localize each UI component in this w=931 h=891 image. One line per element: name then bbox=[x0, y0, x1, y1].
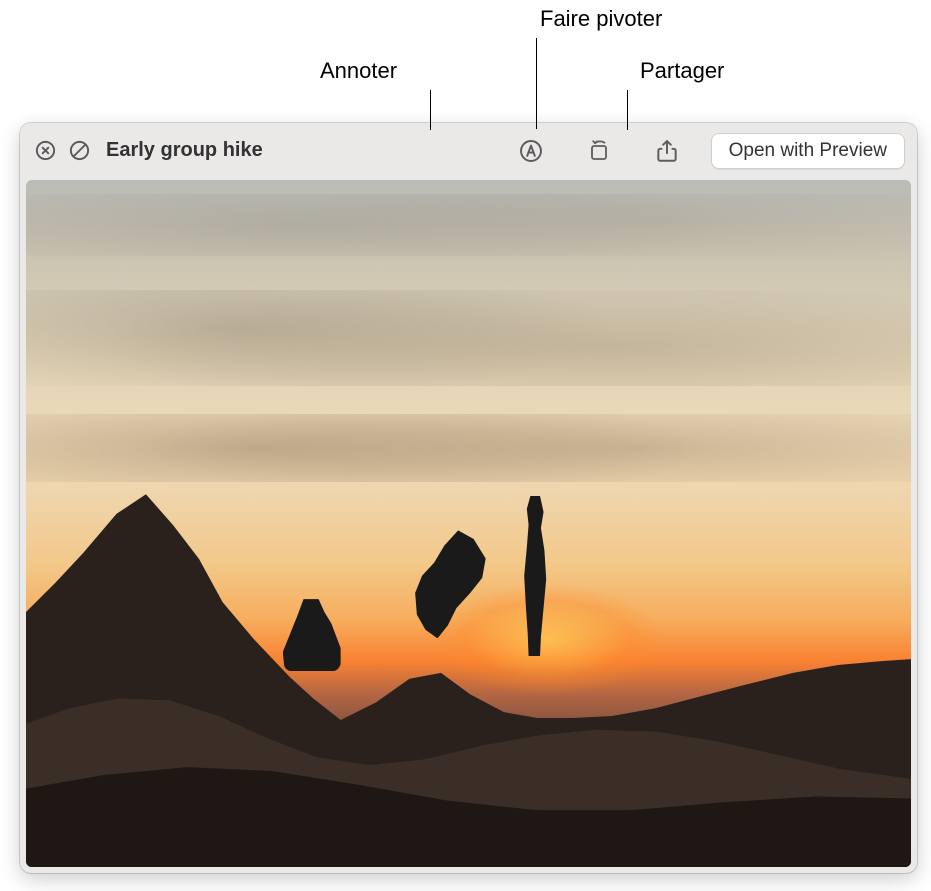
share-button[interactable] bbox=[637, 133, 697, 169]
skip-icon bbox=[68, 139, 91, 162]
window-title: Early group hike bbox=[106, 139, 263, 162]
sky-clouds bbox=[26, 290, 911, 386]
sky-clouds bbox=[26, 194, 911, 256]
quicklook-window: Early group hike Open with Preview bbox=[20, 123, 917, 873]
callout-rotate: Faire pivoter bbox=[540, 6, 662, 32]
close-icon bbox=[34, 139, 57, 162]
close-button[interactable] bbox=[32, 138, 58, 164]
callout-layer: Annoter Faire pivoter Partager bbox=[0, 0, 931, 130]
share-icon bbox=[654, 138, 680, 164]
callout-share: Partager bbox=[640, 58, 724, 84]
callout-annotate: Annoter bbox=[320, 58, 397, 84]
markup-icon bbox=[518, 138, 544, 164]
open-with-preview-button[interactable]: Open with Preview bbox=[711, 133, 905, 169]
rotate-icon bbox=[586, 138, 612, 164]
callout-line bbox=[430, 90, 431, 130]
skip-button[interactable] bbox=[66, 138, 92, 164]
rotate-button[interactable] bbox=[569, 133, 629, 169]
callout-line bbox=[536, 38, 537, 129]
titlebar: Early group hike Open with Preview bbox=[20, 123, 917, 178]
markup-button[interactable] bbox=[501, 133, 561, 169]
image-content bbox=[26, 180, 911, 867]
rock-silhouette bbox=[26, 455, 911, 867]
callout-line bbox=[627, 90, 628, 130]
